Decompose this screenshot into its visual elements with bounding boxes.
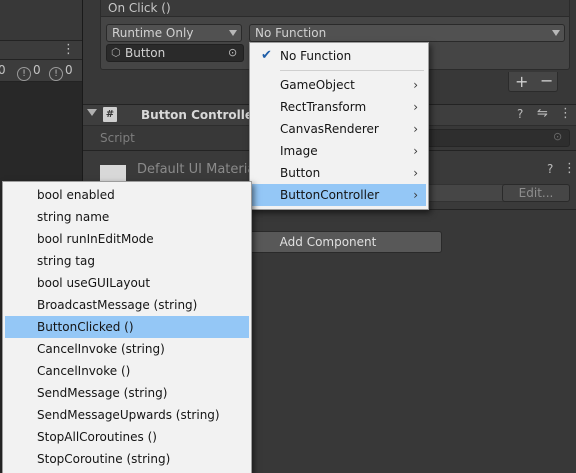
method-label: CancelInvoke (string) (37, 342, 165, 356)
menu-item-label: CanvasRenderer (280, 122, 379, 136)
warning-count-button[interactable]: ! 0 (17, 63, 41, 81)
warning-count: 0 (33, 63, 41, 77)
method-label: StopCoroutine (string) (37, 452, 171, 466)
menu-item-label: ButtonController (280, 188, 380, 202)
target-object-value: Button (125, 46, 166, 60)
method-label: ButtonClicked () (37, 320, 134, 334)
more-options-icon[interactable]: ⋮ (559, 106, 572, 121)
add-icon[interactable]: + (515, 72, 528, 91)
check-icon: ✔ (261, 48, 272, 63)
error-icon: ! (49, 67, 63, 81)
object-picker-icon[interactable]: ⊙ (228, 45, 237, 61)
list-controls: + − (508, 71, 558, 92)
collapse-arrow-icon[interactable] (87, 109, 97, 116)
more-options-icon[interactable]: ⋮ (62, 42, 75, 57)
menu-separator (280, 70, 424, 71)
method-label: bool useGUILayout (37, 276, 151, 290)
chevron-right-icon: › (413, 166, 418, 180)
function-dropdown[interactable]: No Function (249, 24, 565, 42)
method-label: string name (37, 210, 110, 224)
method-label: BroadcastMessage (string) (37, 298, 198, 312)
method-label: bool runInEditMode (37, 232, 154, 246)
method-item[interactable]: bool enabled (5, 184, 249, 206)
object-picker-icon[interactable]: ⊙ (553, 130, 562, 143)
chevron-right-icon: › (413, 78, 418, 92)
material-name: Default UI Materia (137, 162, 256, 177)
menu-item-recttransform[interactable]: RectTransform › (252, 96, 426, 118)
left-panel-top (0, 0, 82, 40)
remove-icon[interactable]: − (540, 71, 553, 90)
target-object-field[interactable]: ⬡ Button ⊙ (106, 44, 244, 62)
method-label: CancelInvoke () (37, 364, 131, 378)
method-item[interactable]: string tag (5, 250, 249, 272)
error-count-button[interactable]: ! 0 (49, 63, 73, 81)
runtime-mode-dropdown[interactable]: Runtime Only (106, 24, 242, 42)
menu-item-label: Image (280, 144, 318, 158)
method-label: SendMessageUpwards (string) (37, 408, 220, 422)
chevron-down-icon (229, 30, 237, 36)
cube-icon: ⬡ (111, 46, 121, 59)
console-toolbar: ⋮ (0, 40, 82, 60)
menu-item-gameobject[interactable]: GameObject › (252, 74, 426, 96)
method-item[interactable]: CancelInvoke (string) (5, 338, 249, 360)
presets-icon[interactable]: ⇋ (537, 106, 548, 121)
onclick-title: On Click () (108, 1, 171, 15)
menu-item-label: No Function (280, 49, 352, 63)
menu-item-label: RectTransform (280, 100, 367, 114)
method-label: bool enabled (37, 188, 115, 202)
menu-item-canvasrenderer[interactable]: CanvasRenderer › (252, 118, 426, 140)
chevron-right-icon: › (413, 100, 418, 114)
error-count: 0 (65, 63, 73, 77)
method-item[interactable]: SendMessageUpwards (string) (5, 404, 249, 426)
method-label: string tag (37, 254, 95, 268)
function-value: No Function (255, 26, 327, 40)
script-file-icon: # (103, 107, 117, 122)
chevron-down-icon (552, 30, 560, 36)
chevron-right-icon: › (413, 144, 418, 158)
warning-icon: ! (17, 67, 31, 81)
method-item[interactable]: StopAllCoroutines () (5, 426, 249, 448)
help-icon[interactable]: ? (547, 162, 553, 176)
method-item[interactable]: SendMessage (string) (5, 382, 249, 404)
chevron-right-icon: › (413, 122, 418, 136)
chevron-right-icon: › (413, 188, 418, 202)
method-submenu: bool enabled string name bool runInEditM… (2, 181, 252, 473)
log-count[interactable]: 0 (0, 63, 6, 77)
menu-item-label: GameObject (280, 78, 355, 92)
menu-item-buttoncontroller[interactable]: ButtonController › (252, 184, 426, 206)
console-counts: 0 ! 0 ! 0 (0, 60, 82, 82)
method-item[interactable]: BroadcastMessage (string) (5, 294, 249, 316)
menu-item-button[interactable]: Button › (252, 162, 426, 184)
edit-material-button[interactable]: Edit... (502, 184, 570, 202)
function-menu: ✔ No Function GameObject › RectTransform ›… (249, 42, 429, 210)
menu-item-label: Button (280, 166, 321, 180)
method-item[interactable]: StopCoroutine (string) (5, 448, 249, 470)
method-label: SendMessage (string) (37, 386, 168, 400)
more-options-icon[interactable]: ⋮ (563, 161, 576, 176)
method-item[interactable]: string name (5, 206, 249, 228)
method-item[interactable]: CancelInvoke () (5, 360, 249, 382)
menu-item-image[interactable]: Image › (252, 140, 426, 162)
runtime-mode-value: Runtime Only (112, 26, 194, 40)
method-item[interactable]: bool useGUILayout (5, 272, 249, 294)
menu-item-no-function[interactable]: ✔ No Function (252, 45, 426, 67)
script-label: Script (100, 131, 135, 145)
method-item[interactable]: bool runInEditMode (5, 228, 249, 250)
onclick-event-header: On Click () (100, 0, 570, 17)
method-label: StopAllCoroutines () (37, 430, 157, 444)
help-icon[interactable]: ? (517, 107, 523, 121)
method-item-buttonclicked[interactable]: ButtonClicked () (5, 316, 249, 338)
